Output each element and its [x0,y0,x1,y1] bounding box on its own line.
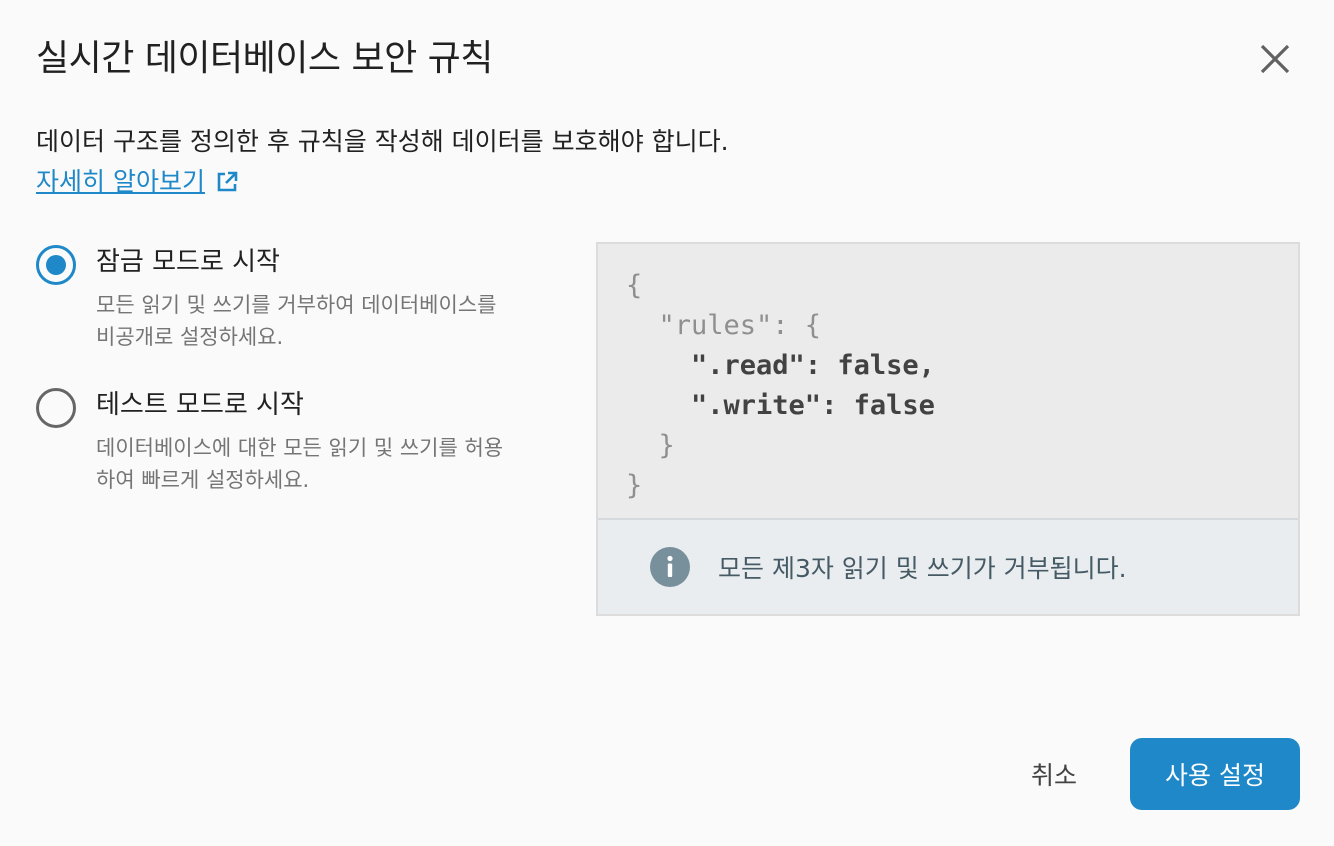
code-write-value: false [853,390,935,421]
info-icon [650,547,690,587]
code-line-6: } [626,470,643,501]
code-line-4: ".write": false [626,386,1298,426]
rules-preview-panel: { "rules": { ".read": false, ".write": f… [596,242,1300,616]
learn-more-link[interactable]: 자세히 알아보기 [36,164,239,200]
close-icon [1260,44,1290,74]
test-mode-label: 테스트 모드로 시작 [96,390,304,420]
test-mode-help: 데이터베이스에 대한 모든 읽기 및 쓰기를 허용하여 빠르게 설정하세요. [96,436,504,492]
rules-code-block: { "rules": { ".read": false, ".write": f… [598,244,1298,518]
dialog-title: 실시간 데이터베이스 보안 규칙 [36,38,493,79]
dialog-description: 데이터 구조를 정의한 후 규칙을 작성해 데이터를 보호해야 합니다. [36,127,729,156]
code-write-sep: : [821,390,854,421]
rules-info-box: 모든 제3자 읽기 및 쓰기가 거부됩니다. [598,518,1298,614]
code-line-1: { [626,270,643,301]
locked-mode-label: 잠금 모드로 시작 [96,247,280,277]
code-read-key: ".read" [626,350,805,381]
locked-mode-radio[interactable] [36,245,76,285]
info-text: 모든 제3자 읽기 및 쓰기가 거부됩니다. [718,554,1127,583]
security-rules-dialog: 실시간 데이터베이스 보안 규칙 데이터 구조를 정의한 후 규칙을 작성해 데… [0,0,1334,846]
close-button[interactable] [1252,36,1298,82]
code-read-sep: : [804,350,838,381]
code-write-key: ".write" [626,390,822,421]
learn-more-label: 자세히 알아보기 [36,167,205,196]
code-read-value: false, [837,350,935,381]
test-mode-radio[interactable] [36,388,76,428]
code-line-5: } [626,430,675,461]
enable-button[interactable]: 사용 설정 [1130,738,1300,810]
external-link-icon [215,170,239,194]
code-line-2: "rules": { [626,310,822,341]
cancel-button[interactable]: 취소 [1000,738,1108,810]
code-line-3: ".read": false, [626,346,1298,386]
locked-mode-help: 모든 읽기 및 쓰기를 거부하여 데이터베이스를 비공개로 설정하세요. [96,293,497,349]
